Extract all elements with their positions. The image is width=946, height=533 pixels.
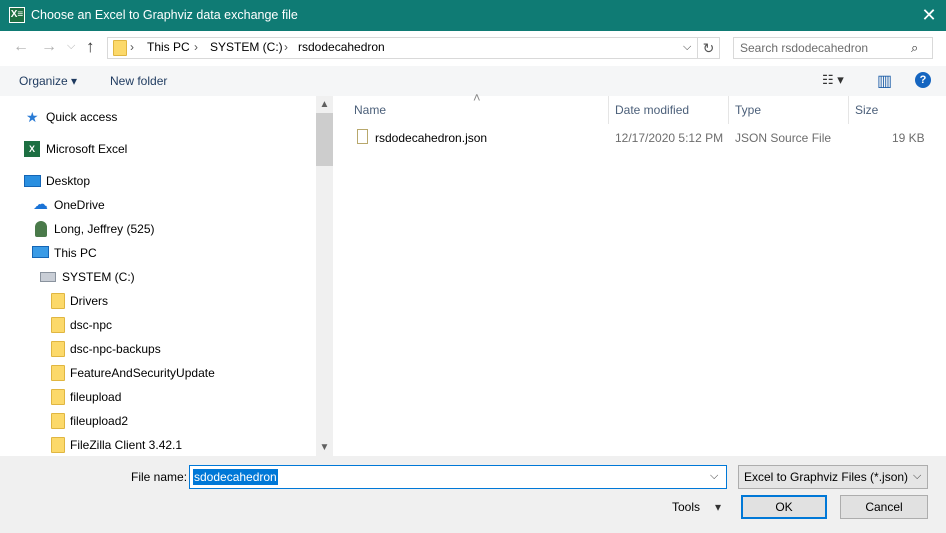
file-list [333, 96, 946, 456]
folder-icon [51, 365, 65, 381]
close-icon[interactable]: ✕ [912, 0, 946, 31]
breadcrumb-this-pc[interactable]: This PC [147, 40, 190, 54]
help-icon[interactable]: ? [915, 72, 931, 88]
nav-item-microsoft-excel[interactable]: X Microsoft Excel [0, 138, 316, 160]
nav-item-label: Drivers [70, 294, 108, 308]
nav-item-folder[interactable]: Drivers [0, 290, 316, 312]
ok-button[interactable]: OK [741, 495, 827, 519]
nav-item-desktop[interactable]: Desktop [0, 170, 316, 192]
navigation-pane: ★ Quick access X Microsoft Excel Desktop… [0, 96, 332, 456]
chevron-down-icon[interactable]: ⌵ [683, 41, 691, 54]
breadcrumb-separator: › [284, 40, 288, 54]
folder-icon [51, 437, 65, 453]
breadcrumb-rsdodecahedron[interactable]: rsdodecahedron [298, 40, 385, 54]
forward-arrow-icon[interactable]: → [41, 38, 57, 56]
recent-locations-icon[interactable]: ⌵ [67, 40, 75, 53]
organize-button[interactable]: Organize ▾ [19, 74, 77, 88]
nav-item-label: dsc-npc-backups [70, 342, 161, 356]
column-header-size[interactable]: Size [855, 103, 878, 117]
folder-icon [51, 341, 65, 357]
view-options-icon[interactable]: ☷ ▾ [822, 72, 844, 88]
excel-app-icon: X≡ [9, 7, 25, 23]
scroll-up-icon[interactable]: ▲ [316, 96, 333, 113]
nav-item-folder[interactable]: fileupload [0, 386, 316, 408]
chevron-down-icon[interactable]: ⌵ [710, 470, 718, 483]
cancel-button[interactable]: Cancel [840, 495, 928, 519]
table-row[interactable]: rsdodecahedron.json 12/17/2020 5:12 PM J… [334, 126, 946, 150]
window-title: Choose an Excel to Graphviz data exchang… [31, 8, 298, 22]
back-arrow-icon[interactable]: ← [13, 38, 29, 56]
search-icon[interactable]: ⌕ [911, 40, 918, 56]
sort-ascending-icon: ˄ [473, 90, 481, 105]
nav-item-label: Long, Jeffrey (525) [54, 222, 155, 236]
tools-button[interactable]: Tools [672, 500, 700, 514]
nav-item-quick-access[interactable]: ★ Quick access [0, 106, 316, 128]
column-header-type[interactable]: Type [735, 103, 761, 117]
file-name-value[interactable]: sdodecahedron [193, 469, 278, 485]
search-placeholder: Search rsdodecahedron [740, 41, 869, 55]
nav-item-label: FeatureAndSecurityUpdate [70, 366, 215, 380]
column-divider[interactable] [608, 96, 609, 124]
file-type: JSON Source File [735, 131, 832, 145]
desktop-icon [24, 175, 41, 187]
breadcrumb-separator: › [130, 40, 134, 54]
column-divider[interactable] [848, 96, 849, 124]
nav-item-user[interactable]: Long, Jeffrey (525) [0, 218, 316, 240]
nav-item-label: This PC [54, 246, 97, 260]
scroll-down-icon[interactable]: ▼ [316, 439, 333, 456]
nav-item-label: SYSTEM (C:) [62, 270, 135, 284]
file-type-select[interactable]: Excel to Graphviz Files (*.json) ⌵ [738, 465, 928, 489]
file-type-value: Excel to Graphviz Files (*.json) [744, 470, 909, 484]
up-arrow-icon[interactable]: ↑ [86, 37, 95, 57]
excel-icon: X [24, 141, 40, 157]
folder-icon [51, 293, 65, 309]
column-header-name[interactable]: Name [354, 103, 386, 117]
folder-icon [51, 413, 65, 429]
file-size: 19 KB [892, 131, 925, 145]
preview-pane-icon[interactable]: ▥ [877, 71, 892, 91]
folder-icon [51, 389, 65, 405]
nav-item-folder[interactable]: dsc-npc-backups [0, 338, 316, 360]
breadcrumb-system-drive[interactable]: SYSTEM (C:) [210, 40, 283, 54]
cloud-icon: ☁ [33, 196, 48, 213]
nav-item-folder[interactable]: FileZilla Client 3.42.1 [0, 434, 316, 456]
refresh-icon[interactable]: ↻ [698, 37, 720, 59]
user-icon [35, 221, 47, 237]
folder-icon [51, 317, 65, 333]
column-divider[interactable] [728, 96, 729, 124]
nav-item-label: Quick access [46, 110, 118, 124]
address-bar[interactable]: › This PC › SYSTEM (C:) › rsdodecahedron… [107, 37, 698, 59]
nav-item-folder[interactable]: FeatureAndSecurityUpdate [0, 362, 316, 384]
new-folder-button[interactable]: New folder [110, 74, 167, 88]
computer-icon [32, 246, 49, 258]
nav-item-label: fileupload [70, 390, 122, 404]
scrollbar-thumb[interactable] [316, 113, 333, 166]
chevron-down-icon[interactable]: ▾ [715, 500, 721, 514]
nav-item-this-pc[interactable]: This PC [0, 242, 316, 264]
file-name: rsdodecahedron.json [375, 131, 488, 145]
nav-item-onedrive[interactable]: ☁ OneDrive [0, 194, 316, 216]
json-file-icon [357, 129, 368, 144]
nav-item-label: fileupload2 [70, 414, 129, 428]
title-bar: X≡ Choose an Excel to Graphviz data exch… [0, 0, 946, 31]
nav-item-label: OneDrive [54, 198, 105, 212]
file-name-label: File name: [131, 470, 188, 484]
drive-icon [40, 272, 56, 282]
search-input[interactable]: Search rsdodecahedron ⌕ [733, 37, 933, 59]
nav-item-folder[interactable]: dsc-npc [0, 314, 316, 336]
file-date-modified: 12/17/2020 5:12 PM [615, 131, 724, 145]
nav-item-label: dsc-npc [70, 318, 113, 332]
breadcrumb-separator: › [194, 40, 198, 54]
nav-item-label: Desktop [46, 174, 91, 188]
nav-item-label: FileZilla Client 3.42.1 [70, 438, 183, 452]
chevron-down-icon: ⌵ [913, 470, 922, 482]
nav-item-folder[interactable]: fileupload2 [0, 410, 316, 432]
nav-item-system-drive[interactable]: SYSTEM (C:) [0, 266, 316, 288]
star-icon: ★ [26, 109, 39, 125]
column-header-date-modified[interactable]: Date modified [615, 103, 689, 117]
folder-icon [113, 40, 127, 56]
nav-item-label: Microsoft Excel [46, 142, 128, 156]
